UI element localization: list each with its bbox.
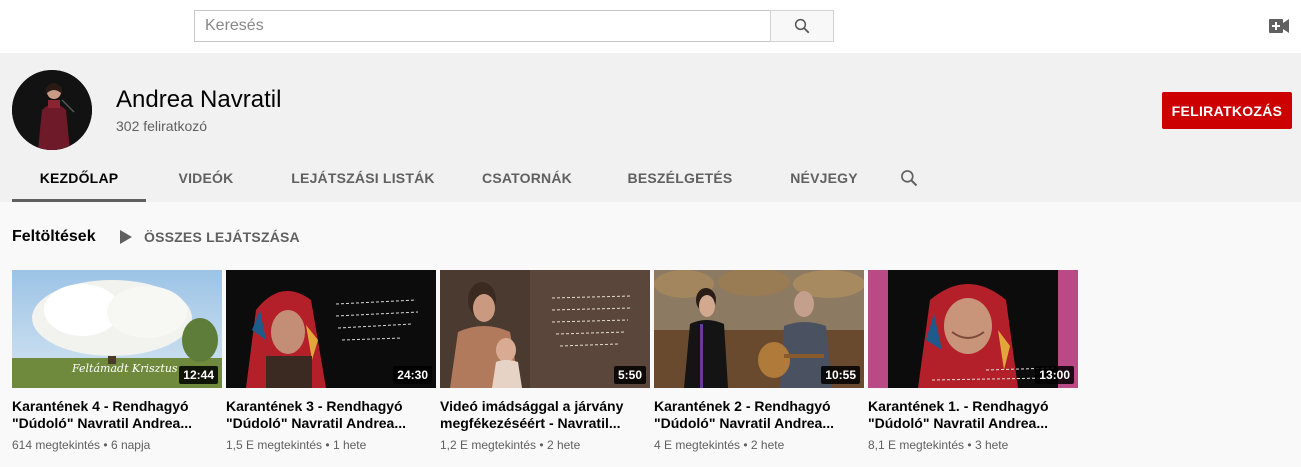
channel-search-button[interactable] — [882, 153, 936, 202]
view-count: 614 megtekintés — [12, 438, 101, 452]
tab-home[interactable]: KEZDŐLAP — [12, 153, 146, 202]
video-thumbnail[interactable]: 5:50 — [440, 270, 650, 388]
search-button[interactable] — [770, 10, 834, 42]
upload-age: 6 napja — [110, 438, 151, 452]
video-meta: 4 E megtekintés • 2 hete — [654, 438, 785, 452]
channel-header: Andrea Navratil 302 feliratkozó FELIRATK… — [0, 53, 1301, 202]
view-count: 8,1 E megtekintés — [868, 438, 965, 452]
search-input[interactable] — [194, 10, 770, 42]
tab-discussion[interactable]: BESZÉLGETÉS — [594, 153, 766, 202]
video-card[interactable]: 10:55 Karantének 2 - Rendhagyó "Dúdoló" … — [654, 270, 864, 452]
upload-age: 2 hete — [546, 438, 581, 452]
create-video-button[interactable] — [1268, 16, 1290, 36]
video-card[interactable]: 13:00 Karantének 1. - Rendhagyó "Dúdoló"… — [868, 270, 1078, 452]
tab-channels[interactable]: CSATORNÁK — [460, 153, 594, 202]
subscriber-count: 302 feliratkozó — [116, 118, 208, 134]
video-thumbnail[interactable]: 10:55 — [654, 270, 864, 388]
tab-videos[interactable]: VIDEÓK — [146, 153, 266, 202]
video-title[interactable]: Karantének 1. - Rendhagyó "Dúdoló" Navra… — [868, 398, 1078, 432]
video-title[interactable]: Karantének 3 - Rendhagyó "Dúdoló" Navrat… — [226, 398, 436, 432]
video-duration: 13:00 — [1035, 366, 1074, 384]
video-duration: 10:55 — [821, 366, 860, 384]
upload-age: 1 hete — [332, 438, 367, 452]
video-thumbnail[interactable]: 13:00 — [868, 270, 1078, 388]
view-count: 1,5 E megtekintés — [226, 438, 323, 452]
video-card[interactable]: 5:50 Videó imádsággal a járvány megfékez… — [440, 270, 650, 452]
search-box — [194, 10, 834, 42]
video-meta: 1,2 E megtekintés • 2 hete — [440, 438, 581, 452]
video-camera-add-icon — [1269, 19, 1289, 33]
play-icon — [120, 230, 132, 244]
video-thumbnail[interactable]: Feltámadt Krisztus 12:44 — [12, 270, 222, 388]
tab-playlists[interactable]: LEJÁTSZÁSI LISTÁK — [266, 153, 460, 202]
video-meta: 8,1 E megtekintés • 3 hete — [868, 438, 1009, 452]
video-duration: 24:30 — [393, 366, 432, 384]
view-count: 1,2 E megtekintés — [440, 438, 537, 452]
video-title[interactable]: Videó imádsággal a járvány megfékezéséér… — [440, 398, 650, 432]
masthead — [0, 0, 1301, 53]
section-title: Feltöltések — [12, 228, 96, 245]
avatar[interactable] — [12, 70, 92, 150]
video-thumbnail[interactable]: 24:30 — [226, 270, 436, 388]
search-icon — [901, 169, 918, 186]
play-all-button[interactable]: ÖSSZES LEJÁTSZÁSA — [120, 229, 300, 245]
upload-age: 2 hete — [750, 438, 785, 452]
tab-about[interactable]: NÉVJEGY — [766, 153, 882, 202]
channel-tabs: KEZDŐLAP VIDEÓK LEJÁTSZÁSI LISTÁK CSATOR… — [12, 153, 936, 202]
view-count: 4 E megtekintés — [654, 438, 741, 452]
video-meta: 614 megtekintés • 6 napja — [12, 438, 151, 452]
video-meta: 1,5 E megtekintés • 1 hete — [226, 438, 367, 452]
search-icon — [794, 18, 810, 34]
upload-age: 3 hete — [974, 438, 1009, 452]
video-title[interactable]: Karantének 4 - Rendhagyó "Dúdoló" Navrat… — [12, 398, 222, 432]
video-duration: 12:44 — [179, 366, 218, 384]
play-all-label: ÖSSZES LEJÁTSZÁSA — [144, 229, 300, 245]
video-card[interactable]: 24:30 Karantének 3 - Rendhagyó "Dúdoló" … — [226, 270, 436, 452]
video-duration: 5:50 — [613, 366, 646, 384]
thumbnail-caption: Feltámadt Krisztus — [71, 362, 178, 375]
video-grid: Feltámadt Krisztus 12:44 Karantének 4 - … — [12, 270, 1082, 452]
subscribe-button[interactable]: FELIRATKOZÁS — [1162, 92, 1292, 129]
video-title[interactable]: Karantének 2 - Rendhagyó "Dúdoló" Navrat… — [654, 398, 864, 432]
channel-name: Andrea Navratil — [116, 86, 282, 113]
video-card[interactable]: Feltámadt Krisztus 12:44 Karantének 4 - … — [12, 270, 222, 452]
